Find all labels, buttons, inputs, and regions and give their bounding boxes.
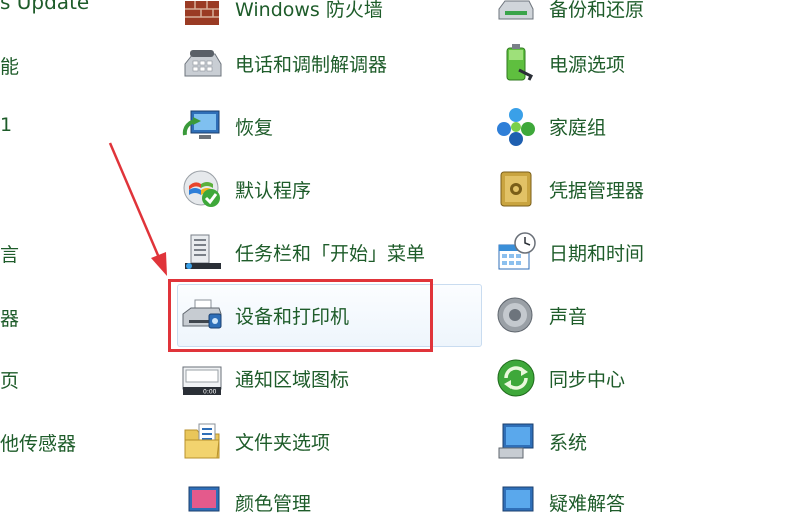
homegroup-icon	[495, 105, 537, 147]
item-troubleshooting[interactable]: 疑难解答	[495, 478, 625, 526]
credential-manager-icon	[495, 168, 537, 210]
item-label: 备份和还原	[549, 0, 645, 21]
firewall-icon	[181, 0, 223, 29]
item-folder-options[interactable]: 文件夹选项	[181, 417, 330, 465]
left-item-2[interactable]: 能	[0, 52, 19, 79]
item-default-programs[interactable]: 默认程序	[181, 165, 311, 213]
svg-text:0:00: 0:00	[203, 389, 217, 396]
date-time-icon	[495, 231, 537, 273]
item-homegroup[interactable]: 家庭组	[495, 102, 606, 150]
sound-icon	[495, 294, 537, 336]
item-label: 家庭组	[549, 116, 607, 139]
color-management-icon	[181, 481, 223, 523]
item-label: 系统	[549, 431, 588, 454]
folder-options-icon	[181, 420, 223, 462]
item-phone-modem[interactable]: 电话和调制解调器	[181, 39, 387, 87]
item-label: 疑难解答	[549, 492, 626, 515]
left-item-5[interactable]: 器	[0, 304, 19, 331]
item-windows-firewall[interactable]: Windows 防火墙	[181, 0, 383, 32]
item-color-management[interactable]: 颜色管理	[181, 478, 311, 526]
item-power-options[interactable]: 电源选项	[495, 39, 625, 87]
item-label: 凭据管理器	[549, 179, 645, 202]
left-item-3[interactable]: 1	[0, 114, 12, 136]
item-backup-restore[interactable]: 备份和还原	[495, 0, 644, 32]
item-recovery[interactable]: 恢复	[181, 102, 273, 150]
item-label: 同步中心	[549, 368, 626, 391]
system-icon	[495, 420, 537, 462]
phone-modem-icon	[181, 42, 223, 84]
taskbar-start-menu-icon	[181, 231, 223, 273]
annotation-red-box	[168, 279, 433, 352]
item-sync-center[interactable]: 同步中心	[495, 354, 625, 402]
left-item-7[interactable]: 他传感器	[0, 429, 76, 456]
power-options-icon	[495, 42, 537, 84]
left-item-4[interactable]: 言	[0, 240, 19, 267]
troubleshooting-icon	[495, 481, 537, 523]
item-notification-area-icons[interactable]: 0:00 通知区域图标	[181, 354, 349, 402]
item-date-time[interactable]: 日期和时间	[495, 228, 644, 276]
item-label: 声音	[549, 305, 588, 328]
recovery-icon	[181, 105, 223, 147]
item-system[interactable]: 系统	[495, 417, 587, 465]
item-label: 默认程序	[235, 179, 312, 202]
item-sound[interactable]: 声音	[495, 291, 587, 339]
item-label: Windows 防火墙	[235, 0, 383, 21]
item-label: 电话和调制解调器	[235, 53, 388, 76]
backup-restore-icon	[495, 0, 537, 29]
left-item-6[interactable]: 页	[0, 366, 19, 393]
left-item-windows-update[interactable]: s Update	[0, 0, 89, 14]
item-label: 恢复	[235, 116, 274, 139]
sync-center-icon	[495, 357, 537, 399]
item-taskbar-start-menu[interactable]: 任务栏和「开始」菜单	[181, 228, 425, 276]
item-label: 任务栏和「开始」菜单	[235, 242, 426, 265]
item-label: 通知区域图标	[235, 368, 350, 391]
item-label: 电源选项	[549, 53, 626, 76]
item-label: 文件夹选项	[235, 431, 331, 454]
notification-area-icon: 0:00	[181, 357, 223, 399]
item-label: 颜色管理	[235, 492, 312, 515]
item-credential-manager[interactable]: 凭据管理器	[495, 165, 644, 213]
item-label: 日期和时间	[549, 242, 645, 265]
default-programs-icon	[181, 168, 223, 210]
